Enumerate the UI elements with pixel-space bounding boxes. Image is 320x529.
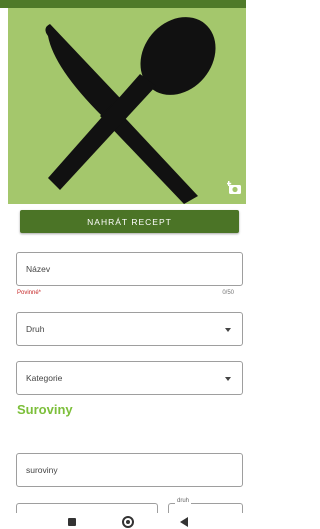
- camera-add-icon[interactable]: [227, 180, 243, 196]
- char-counter: 0/50: [222, 290, 234, 296]
- ingredient-type-label: druh: [175, 498, 192, 504]
- ingredients-input-placeholder: suroviny: [26, 465, 58, 475]
- recipe-image-placeholder[interactable]: [8, 8, 246, 204]
- recents-icon[interactable]: [68, 518, 76, 526]
- app-bar: [0, 0, 246, 8]
- upload-recipe-button[interactable]: NAHRÁT RECEPT: [20, 210, 239, 233]
- ingredients-input[interactable]: suroviny: [16, 453, 243, 487]
- type-dropdown[interactable]: Druh: [16, 312, 243, 346]
- category-dropdown[interactable]: Kategorie: [16, 361, 243, 395]
- name-field-placeholder: Název: [26, 264, 51, 274]
- back-icon[interactable]: [180, 517, 188, 527]
- utensils-icon: [45, 17, 216, 204]
- name-field[interactable]: Název: [16, 252, 243, 286]
- home-icon[interactable]: [122, 516, 134, 528]
- chevron-down-icon: [225, 377, 231, 381]
- type-dropdown-label: Druh: [26, 324, 45, 334]
- chevron-down-icon: [225, 328, 231, 332]
- required-helper: Povinné*: [17, 290, 42, 296]
- ingredients-section-title: Suroviny: [17, 402, 73, 417]
- category-dropdown-label: Kategorie: [26, 373, 63, 383]
- system-nav-bar: [0, 513, 246, 529]
